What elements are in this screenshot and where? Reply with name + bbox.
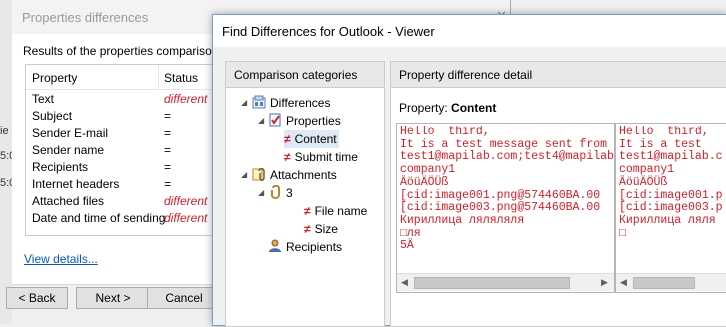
background-window-title: Properties differences xyxy=(22,10,149,25)
tree-node-differences[interactable]: Differences xyxy=(252,94,330,112)
properties-icon xyxy=(269,113,281,127)
table-header: Property Status xyxy=(26,65,216,90)
right-message-text[interactable]: Hello third, It is a test test1@mapilab.… xyxy=(619,126,726,272)
strip-label: ie xyxy=(0,125,9,137)
left-horizontal-scrollbar[interactable]: ◀ ▶ xyxy=(397,273,614,291)
row-property: Subject xyxy=(32,109,73,123)
results-title: Results of the properties comparison xyxy=(23,44,219,58)
row-property: Text xyxy=(32,92,55,106)
detail-header: Property difference detail xyxy=(391,62,726,88)
property-label: Property: xyxy=(399,101,448,115)
tree-node-content[interactable]: ≠ Content xyxy=(284,130,339,148)
difference-detail-panel: Property difference detail Property: Con… xyxy=(390,61,726,327)
tree-node-recipients[interactable]: Recipients xyxy=(268,238,342,256)
row-status: different xyxy=(164,92,208,106)
scroll-right-icon[interactable]: ▶ xyxy=(601,277,608,288)
scroll-left-icon[interactable]: ◀ xyxy=(620,277,627,288)
scroll-left-icon[interactable]: ◀ xyxy=(401,277,408,288)
row-status: different xyxy=(164,194,208,208)
table-row[interactable]: Sender E-mail = xyxy=(26,125,216,142)
next-button[interactable]: Next > xyxy=(76,287,150,309)
comparison-categories-panel: Comparison categories ◢ Differences ◢ Pr… xyxy=(225,61,385,327)
tree-node-submit-time[interactable]: ≠ Submit time xyxy=(284,148,358,166)
viewer-title: Find Differences for Outlook - Viewer xyxy=(222,24,435,39)
left-message-text[interactable]: Hello third, It is a test message sent f… xyxy=(400,126,614,272)
collapse-icon[interactable]: ◢ xyxy=(241,98,247,107)
differences-icon xyxy=(252,95,266,109)
tree-label: 3 xyxy=(286,186,293,200)
row-status: = xyxy=(164,177,172,191)
paperclip-icon xyxy=(271,185,280,199)
right-horizontal-scrollbar[interactable]: ◀ xyxy=(616,273,726,291)
tree-label: Recipients xyxy=(286,240,343,254)
left-text-box[interactable]: Hello third, It is a test message sent f… xyxy=(396,123,615,293)
attachments-icon xyxy=(252,168,265,181)
not-equal-icon: ≠ xyxy=(284,132,291,146)
property-value: Content xyxy=(451,101,497,115)
tree-label: File name xyxy=(314,204,368,218)
row-property: Internet headers xyxy=(32,177,120,191)
viewer-title-bar: Find Differences for Outlook - Viewer xyxy=(213,15,726,47)
row-status: different xyxy=(164,211,208,225)
collapse-icon[interactable]: ◢ xyxy=(258,116,264,125)
categories-header-label: Comparison categories xyxy=(234,68,358,82)
row-status: = xyxy=(164,143,172,157)
tree-node-size[interactable]: ≠ Size xyxy=(304,220,338,238)
table-row[interactable]: Date and time of sending different xyxy=(26,210,216,227)
row-status: = xyxy=(164,126,172,140)
not-equal-icon: ≠ xyxy=(284,150,291,164)
column-header-property[interactable]: Property xyxy=(32,71,77,85)
back-button[interactable]: < Back xyxy=(6,287,68,309)
tree-label: Properties xyxy=(286,114,341,128)
view-details-link[interactable]: View details... xyxy=(24,252,98,266)
row-property: Sender E-mail xyxy=(32,126,109,140)
not-equal-icon: ≠ xyxy=(304,204,311,218)
tree-node-properties[interactable]: Properties xyxy=(268,112,341,130)
tree-node-attachment-3[interactable]: 3 xyxy=(268,184,293,202)
detail-header-label: Property difference detail xyxy=(399,68,533,82)
viewer-window: Find Differences for Outlook - Viewer Co… xyxy=(212,14,726,327)
table-row[interactable]: Recipients = xyxy=(26,159,216,176)
table-row[interactable]: Subject = xyxy=(26,108,216,125)
collapse-icon[interactable]: ◢ xyxy=(258,188,264,197)
row-property: Attached files xyxy=(32,194,105,208)
viewer-body: Comparison categories ◢ Differences ◢ Pr… xyxy=(213,47,726,327)
recipients-icon xyxy=(269,239,281,252)
cancel-button[interactable]: Cancel xyxy=(147,287,221,309)
tree-label: Differences xyxy=(270,96,331,110)
property-line: Property: Content xyxy=(399,101,496,115)
column-divider[interactable] xyxy=(158,65,159,89)
scroll-thumb[interactable] xyxy=(633,277,695,289)
column-header-status[interactable]: Status xyxy=(164,71,198,85)
scroll-thumb[interactable] xyxy=(414,277,570,289)
collapse-icon[interactable]: ◢ xyxy=(241,170,247,179)
tree-node-attachments[interactable]: Attachments xyxy=(252,166,337,184)
table-row[interactable]: Internet headers = xyxy=(26,176,216,193)
not-equal-icon: ≠ xyxy=(304,222,311,236)
tree-label: Submit time xyxy=(294,150,358,164)
right-text-box[interactable]: Hello third, It is a test test1@mapilab.… xyxy=(615,123,726,293)
properties-table: Property Status Text different Subject = S… xyxy=(25,64,217,236)
table-row[interactable]: Sender name = xyxy=(26,142,216,159)
row-property: Sender name xyxy=(32,143,105,157)
row-status: = xyxy=(164,109,172,123)
row-property: Recipients xyxy=(32,160,89,174)
tree-node-file-name[interactable]: ≠ File name xyxy=(304,202,367,220)
table-row[interactable]: Attached files different xyxy=(26,193,216,210)
table-row[interactable]: Text different xyxy=(26,91,216,108)
tree-label: Size xyxy=(314,222,338,236)
tree-label: Content xyxy=(294,132,337,146)
categories-header: Comparison categories xyxy=(226,62,384,88)
row-status: = xyxy=(164,160,172,174)
row-property: Date and time of sending xyxy=(32,211,166,225)
tree-label: Attachments xyxy=(270,168,337,182)
